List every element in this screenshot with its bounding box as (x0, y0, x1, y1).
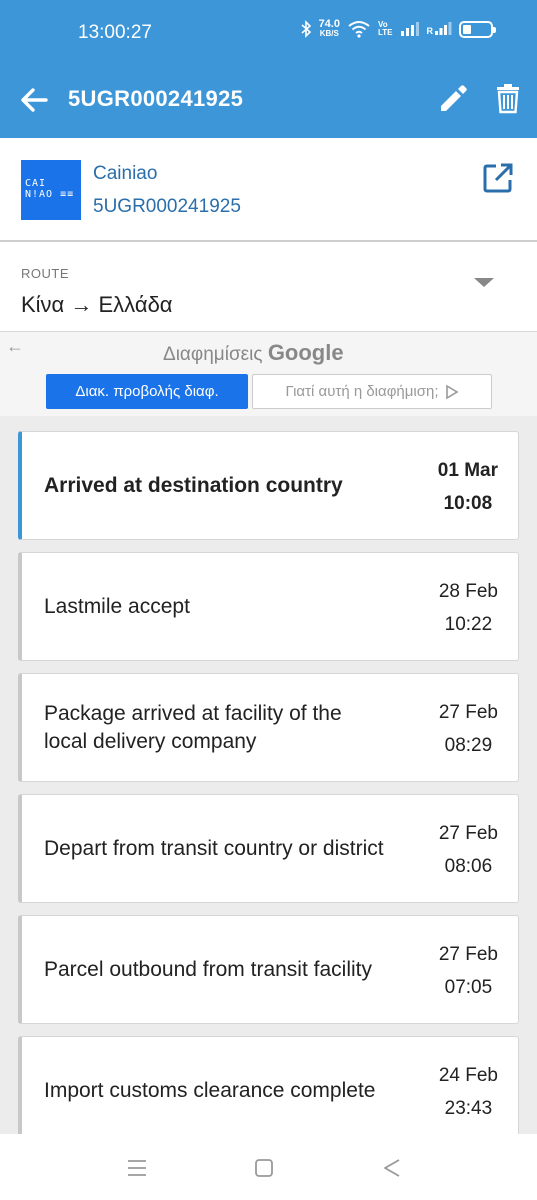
wifi-icon (348, 21, 370, 38)
bluetooth-icon (301, 20, 311, 38)
carrier-section: CAI N!AO ≡≡ Cainiao 5UGR000241925 (0, 138, 537, 242)
arrow-back-icon[interactable] (18, 84, 50, 116)
battery-icon (459, 20, 496, 38)
event-card[interactable]: Parcel outbound from transit facility 27… (18, 915, 519, 1024)
why-this-ad-button[interactable]: Γιατί αυτή η διαφήμιση; (252, 374, 492, 409)
event-datetime: 27 Feb 07:05 (438, 944, 498, 998)
status-bar: 13:00:27 74.0 KB/S Vo LTE R (0, 0, 537, 68)
ad-choices-icon (445, 384, 459, 399)
event-datetime: 01 Mar 10:08 (437, 460, 498, 514)
trash-icon[interactable] (492, 82, 524, 114)
route-section[interactable]: ROUTE Κίνα → Ελλάδα (0, 242, 537, 332)
event-title: Lastmile accept (44, 594, 190, 618)
event-card[interactable]: Package arrived at facility of the local… (18, 673, 519, 782)
status-icons: 74.0 KB/S Vo LTE R (300, 18, 496, 39)
event-title: Parcel outbound from transit facility (44, 957, 372, 981)
ad-title: Διαφημίσεις Google (163, 340, 344, 365)
app-bar: 5UGR000241925 (0, 68, 537, 138)
chevron-down-icon[interactable] (474, 278, 494, 287)
ad-banner: ← Διαφημίσεις Google Διακ. προβολής διαφ… (0, 332, 537, 416)
route-value: Κίνα → Ελλάδα (21, 292, 173, 317)
stop-seeing-ad-button[interactable]: Διακ. προβολής διαφ. (46, 374, 248, 409)
event-title: Import customs clearance complete (44, 1078, 376, 1102)
status-time: 13:00:27 (78, 22, 152, 43)
tracking-number[interactable]: 5UGR000241925 (93, 196, 241, 218)
event-card[interactable]: Depart from transit country or district … (18, 794, 519, 903)
carrier-logo: CAI N!AO ≡≡ (21, 160, 81, 220)
events-list: Arrived at destination country 01 Mar 10… (0, 416, 537, 1134)
event-card[interactable]: Lastmile accept 28 Feb 10:22 (18, 552, 519, 661)
system-nav-bar (0, 1134, 537, 1200)
route-label: ROUTE (21, 266, 69, 281)
sim2-signal: R (427, 22, 453, 36)
event-title: Depart from transit country or district (44, 836, 384, 860)
carrier-name: Cainiao (93, 163, 158, 184)
event-title: Package arrived at facility of the local… (44, 701, 342, 753)
pencil-icon[interactable] (437, 82, 469, 114)
event-card[interactable]: Import customs clearance complete 24 Feb… (18, 1036, 519, 1134)
triangle-back-icon[interactable] (380, 1156, 404, 1180)
square-home-icon[interactable] (252, 1156, 276, 1180)
signal-icon (400, 22, 419, 36)
event-card[interactable]: Arrived at destination country 01 Mar 10… (18, 431, 519, 540)
open-in-new-icon[interactable] (482, 162, 514, 194)
page-title: 5UGR000241925 (68, 86, 244, 111)
ad-back-icon[interactable]: ← (6, 336, 24, 357)
event-datetime: 24 Feb 23:43 (438, 1065, 498, 1119)
menu-lines-icon[interactable] (125, 1156, 149, 1180)
event-datetime: 27 Feb 08:29 (438, 702, 498, 756)
volte-indicator: Vo LTE (377, 20, 393, 37)
event-datetime: 27 Feb 08:06 (438, 823, 498, 877)
event-datetime: 28 Feb 10:22 (438, 581, 498, 635)
network-speed: 74.0 KB/S (318, 18, 340, 39)
signal-icon-2 (435, 22, 452, 35)
event-title: Arrived at destination country (44, 473, 343, 497)
